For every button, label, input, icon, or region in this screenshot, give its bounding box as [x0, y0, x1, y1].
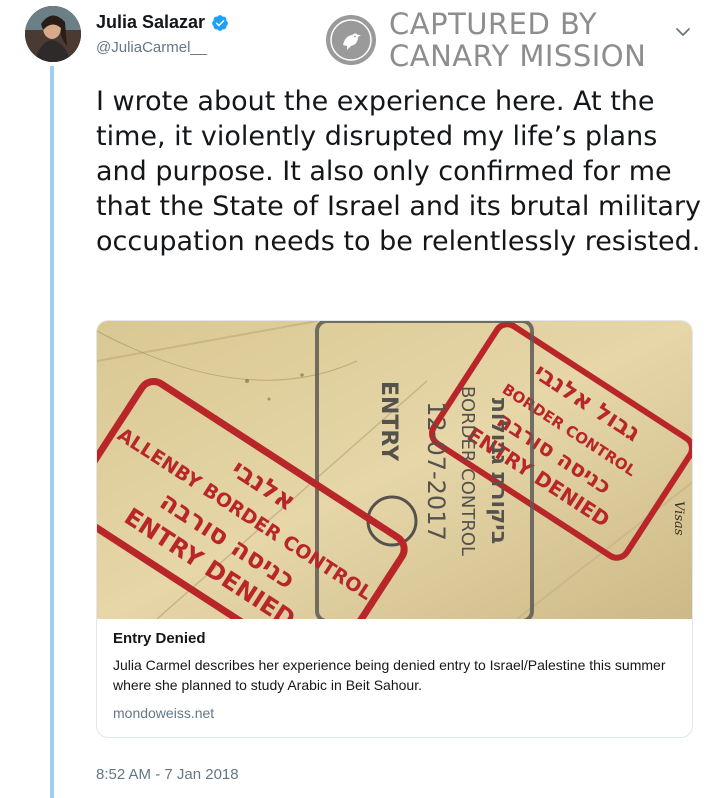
watermark-line-2: CANARY MISSION: [389, 39, 647, 73]
card-body: Entry Denied Julia Carmel describes her …: [113, 629, 683, 721]
card-description: Julia Carmel describes her experience be…: [113, 657, 666, 693]
stamp-middle-line2: ENTRY: [376, 381, 401, 462]
author-handle[interactable]: @JuliaCarmel__: [96, 39, 207, 56]
chevron-down-icon[interactable]: [673, 22, 693, 42]
stamp-middle-line1: BORDER CONTROL: [457, 386, 478, 556]
canary-mission-watermark: CAPTURED BY CANARY MISSION: [325, 8, 646, 72]
svg-text:ביקורת גבולות: ביקורת גבולות: [486, 398, 511, 544]
watermark-line-1: CAPTURED BY: [389, 7, 598, 41]
stamp-middle-date: 12-07-2017: [422, 401, 450, 540]
link-preview-card[interactable]: גבול אלנבי BORDER CONTROL כניסה סורבה EN…: [96, 320, 693, 738]
author-name-row: Julia Salazar: [96, 12, 229, 33]
canary-bird-seal-icon: [326, 15, 376, 65]
author-display-name[interactable]: Julia Salazar: [96, 12, 205, 33]
card-image-passport-stamps[interactable]: גבול אלנבי BORDER CONTROL כניסה סורבה EN…: [97, 321, 692, 619]
tweet-text: I wrote about the experience here. At th…: [96, 86, 702, 257]
tweet-timestamp[interactable]: 8:52 AM - 7 Jan 2018: [96, 766, 239, 783]
watermark-text: CAPTURED BY CANARY MISSION: [389, 8, 646, 72]
card-domain: mondoweiss.net: [113, 705, 215, 721]
avatar[interactable]: [25, 6, 81, 62]
card-title[interactable]: Entry Denied: [113, 629, 683, 649]
thread-connector-line: [50, 66, 54, 798]
visas-page-label: Visas: [671, 501, 686, 536]
verified-badge-icon: [211, 14, 229, 32]
